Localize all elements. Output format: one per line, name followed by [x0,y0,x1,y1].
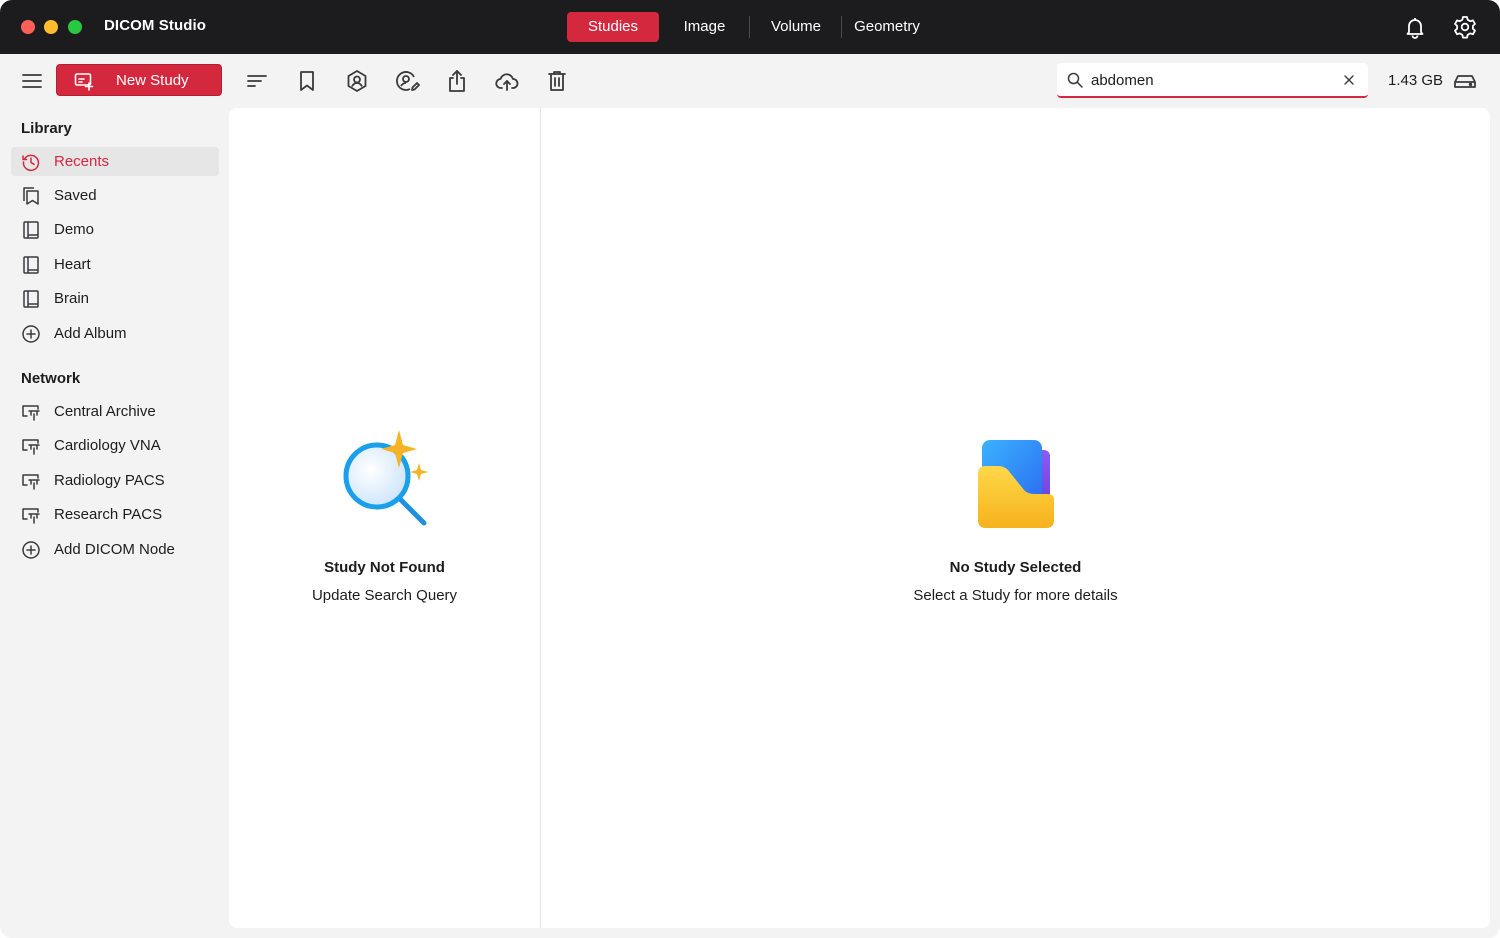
sidebar-item-label: Central Archive [54,403,156,420]
history-icon [21,152,41,172]
content-area: Study Not Found Update Search Query No S… [229,108,1490,928]
title-bar: DICOM Studio Studies Image Volume Geomet… [0,0,1500,54]
new-study-icon [74,71,94,91]
minimize-window-button[interactable] [44,20,58,34]
sidebar-item-recents[interactable]: Recents [11,147,219,176]
results-empty-title: Study Not Found [324,559,445,576]
new-study-button[interactable]: New Study [56,64,222,96]
saved-icon [21,186,41,206]
details-panel: No Study Selected Select a Study for mor… [541,108,1490,928]
plus-circle-icon [21,324,41,344]
sidebar-item-label: Demo [54,221,95,238]
tab-separator [749,16,750,38]
gear-icon[interactable] [1452,14,1478,40]
sidebar-item-label: Radiology PACS [54,472,165,489]
sidebar-item-add-album[interactable]: Add Album [11,319,219,348]
bookmark-icon[interactable] [294,68,320,94]
sidebar-item-demo[interactable]: Demo [11,215,219,244]
tab-volume[interactable]: Volume [757,12,835,42]
sidebar-item-label: Brain [54,290,90,307]
share-icon[interactable] [444,68,470,94]
network-node-icon [21,505,41,525]
edit-badge-icon[interactable] [394,68,420,94]
storage-usage: 1.43 GB [1388,72,1444,89]
sort-icon[interactable] [244,68,270,94]
network-node-icon [21,471,41,491]
sidebar-item-brain[interactable]: Brain [11,284,219,313]
album-icon [21,289,41,309]
sidebar-item-saved[interactable]: Saved [11,181,219,210]
cloud-upload-icon[interactable] [494,68,520,94]
album-icon [21,255,41,275]
search-field[interactable] [1057,63,1368,98]
bell-icon[interactable] [1402,14,1428,40]
sidebar-item-label: Recents [54,153,110,170]
tab-image[interactable]: Image [667,12,742,42]
sidebar-item-label: Add DICOM Node [54,541,175,558]
sidebar-item-label: Research PACS [54,506,163,523]
sidebar-item-label: Saved [54,187,97,204]
results-empty-subtitle: Update Search Query [311,587,458,604]
results-panel: Study Not Found Update Search Query [229,108,540,928]
trash-icon[interactable] [544,68,570,94]
sidebar-item-add-dicom-node[interactable]: Add DICOM Node [11,535,219,564]
plus-circle-icon [21,540,41,560]
storage-drive-icon [1452,68,1478,94]
sidebar-item-radiology-pacs[interactable]: Radiology PACS [11,466,219,495]
folder-icon [976,440,1056,530]
library-section-title: Library [21,120,72,137]
sidebar-item-heart[interactable]: Heart [11,250,219,279]
app-title: DICOM Studio [104,17,207,34]
network-section-title: Network [21,370,81,387]
sidebar: Library Recents Saved Demo Heart Brain A… [0,108,229,938]
menu-icon[interactable] [19,68,45,94]
sidebar-item-label: Cardiology VNA [54,437,161,454]
clear-search-icon[interactable] [1343,74,1355,86]
tab-separator [841,16,842,38]
app-window: DICOM Studio Studies Image Volume Geomet… [0,0,1500,938]
network-node-icon [21,402,41,422]
zoom-window-button[interactable] [68,20,82,34]
close-window-button[interactable] [21,20,35,34]
album-icon [21,220,41,240]
details-empty-title: No Study Selected [949,559,1082,576]
search-input[interactable] [1091,70,1331,90]
network-node-icon [21,436,41,456]
sidebar-item-research-pacs[interactable]: Research PACS [11,500,219,529]
tab-studies[interactable]: Studies [567,12,659,42]
details-empty-subtitle: Select a Study for more details [913,587,1118,604]
sidebar-item-label: Add Album [54,325,127,342]
sidebar-item-central-archive[interactable]: Central Archive [11,397,219,426]
hexagon-user-icon[interactable] [344,68,370,94]
search-icon [1067,72,1083,88]
sidebar-item-label: Heart [54,256,91,273]
sidebar-item-cardiology-vna[interactable]: Cardiology VNA [11,431,219,460]
tab-geometry[interactable]: Geometry [847,12,927,42]
search-sparkle-icon [339,428,431,528]
new-study-label: New Study [116,72,189,89]
